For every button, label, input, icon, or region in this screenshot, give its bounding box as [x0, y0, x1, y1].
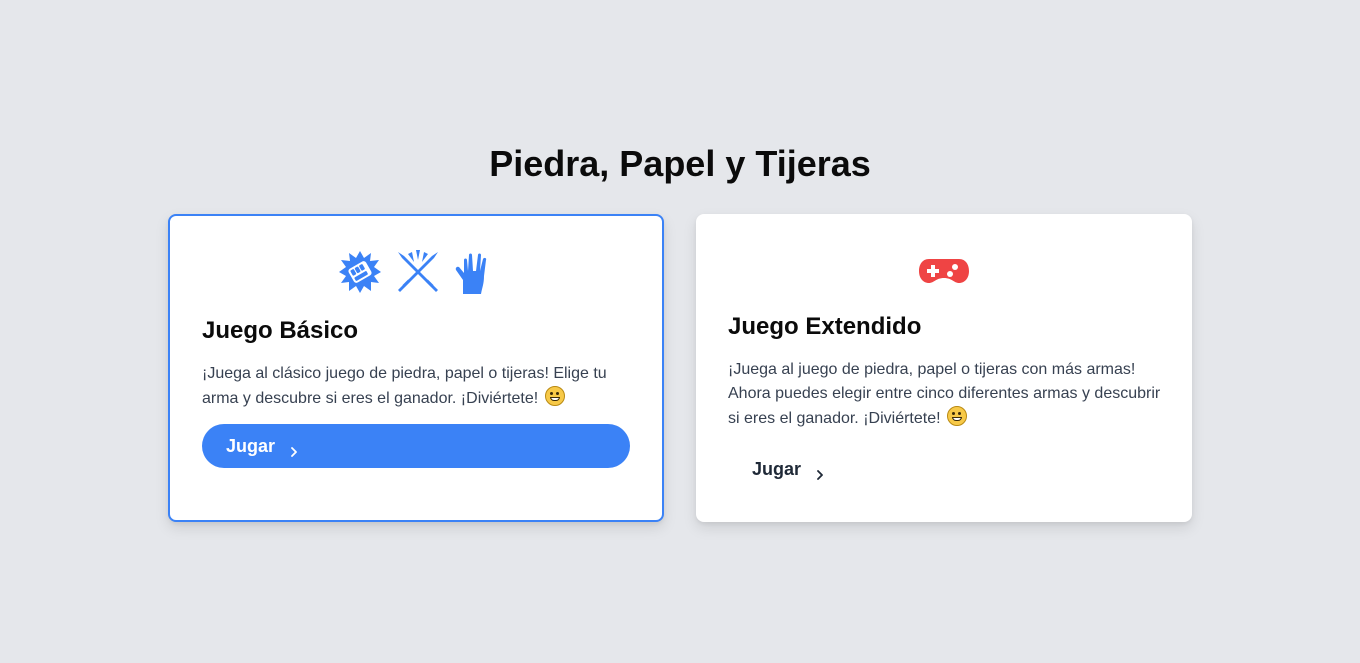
play-basic-button[interactable]: Jugar	[202, 424, 630, 468]
chevron-right-icon	[289, 441, 299, 457]
card-basic-game[interactable]: Juego Básico ¡Juega al clásico juego de …	[168, 214, 664, 522]
page: Piedra, Papel y Tijeras Juego Básico ¡Ju…	[0, 0, 1360, 663]
card-extended-description: ¡Juega al juego de piedra, papel o tijer…	[728, 358, 1168, 431]
spock-hand-icon	[454, 250, 494, 301]
card-extended-title: Juego Extendido	[728, 313, 922, 340]
card-basic-icons	[170, 250, 662, 301]
card-extended-game[interactable]: Juego Extendido ¡Juega al juego de piedr…	[696, 214, 1192, 522]
play-extended-button[interactable]: Jugar	[728, 447, 868, 491]
grinning-emoji-icon	[544, 386, 565, 406]
gamepad-icon	[919, 256, 969, 291]
page-title: Piedra, Papel y Tijeras	[489, 143, 871, 184]
crossed-blades-icon	[394, 250, 442, 301]
card-extended-icons	[696, 256, 1192, 291]
play-basic-button-label: Jugar	[226, 435, 276, 456]
chevron-right-icon	[815, 464, 825, 480]
grinning-emoji-icon	[947, 406, 967, 426]
fist-icon	[338, 250, 382, 301]
play-extended-button-label: Jugar	[752, 458, 802, 479]
card-extended-description-text: ¡Juega al juego de piedra, papel o tijer…	[728, 361, 1161, 427]
card-basic-description: ¡Juega al clásico juego de piedra, papel…	[202, 362, 622, 411]
card-basic-title: Juego Básico	[202, 317, 359, 344]
